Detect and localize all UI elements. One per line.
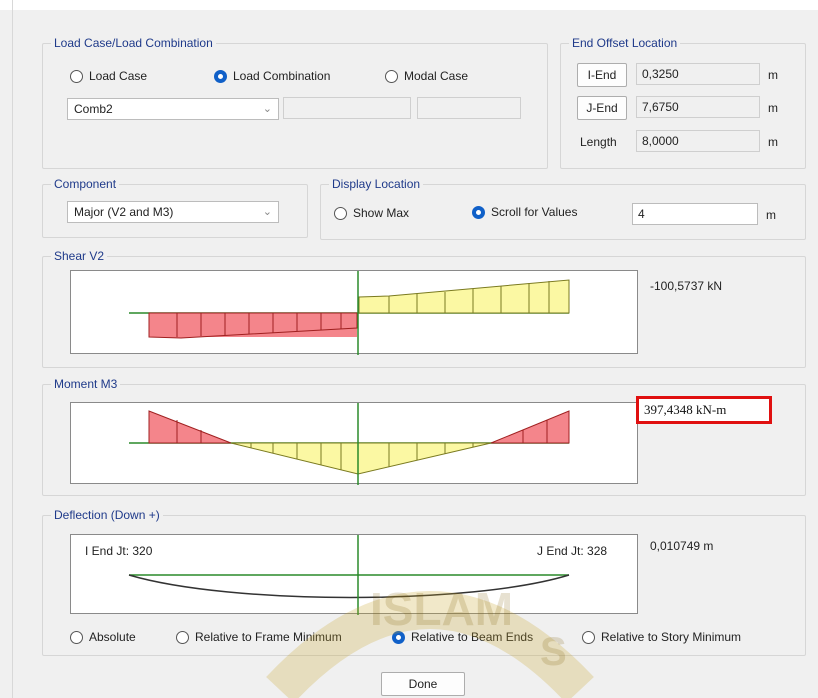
radio-relative-beam-ends[interactable]: Relative to Beam Ends <box>392 630 533 644</box>
moment-readout: 397,4348 kN-m <box>644 402 727 417</box>
radio-show-max-label: Show Max <box>353 206 410 220</box>
radio-relative-frame-minimum-label: Relative to Frame Minimum <box>195 630 342 644</box>
shear-positive-area <box>358 279 570 314</box>
radio-load-case-label: Load Case <box>89 69 148 83</box>
radio-absolute-dot[interactable] <box>70 630 83 644</box>
j-end-unit: m <box>768 101 778 115</box>
i-end-field: 0,3250 <box>636 63 760 85</box>
radio-absolute[interactable]: Absolute <box>70 630 136 644</box>
radio-relative-frame-minimum[interactable]: Relative to Frame Minimum <box>176 630 342 644</box>
component-select[interactable]: Major (V2 and M3) ⌄ <box>67 201 279 223</box>
component-select-value: Major (V2 and M3) <box>74 205 174 219</box>
i-end-button-label: I-End <box>587 68 617 82</box>
radio-absolute-label: Absolute <box>89 630 136 644</box>
combination-select[interactable]: Comb2 ⌄ <box>67 98 279 120</box>
j-end-joint-label: J End Jt: 328 <box>537 544 608 558</box>
radio-relative-story-minimum[interactable]: Relative to Story Minimum <box>582 630 741 644</box>
radio-scroll-for-values[interactable]: Scroll for Values <box>472 205 577 219</box>
load-case-group-legend: Load Case/Load Combination <box>51 36 216 50</box>
shear-moment-dialog: Load Case/Load Combination Load Case Loa… <box>0 0 818 698</box>
length-label: Length <box>580 135 617 149</box>
radio-relative-frame-minimum-dot[interactable] <box>176 630 189 644</box>
length-value: 8,0000 <box>642 134 679 148</box>
radio-load-case-dot[interactable] <box>70 69 83 83</box>
j-end-button[interactable]: J-End <box>577 96 627 120</box>
radio-show-max-dot[interactable] <box>334 206 347 220</box>
radio-show-max[interactable]: Show Max <box>334 206 409 220</box>
radio-load-case[interactable]: Load Case <box>70 69 147 83</box>
radio-load-combination-dot[interactable] <box>214 69 227 83</box>
deflection-readout: 0,010749 m <box>650 539 714 553</box>
moment-group-legend: Moment M3 <box>51 377 121 391</box>
radio-relative-beam-ends-label: Relative to Beam Ends <box>411 630 534 644</box>
combination-select-value: Comb2 <box>74 102 113 116</box>
display-location-group-legend: Display Location <box>329 177 424 191</box>
length-unit: m <box>768 135 778 149</box>
chevron-down-icon: ⌄ <box>262 206 272 218</box>
j-end-field: 7,6750 <box>636 96 760 118</box>
deflection-diagram[interactable]: I End Jt: 320 J End Jt: 328 <box>70 534 638 615</box>
i-end-button[interactable]: I-End <box>577 63 627 87</box>
radio-modal-case[interactable]: Modal Case <box>385 69 468 83</box>
i-end-joint-label: I End Jt: 320 <box>85 544 153 558</box>
radio-relative-story-minimum-label: Relative to Story Minimum <box>601 630 742 644</box>
component-group-legend: Component <box>51 177 120 191</box>
extra-field-1 <box>283 97 411 119</box>
moment-diagram[interactable] <box>70 402 638 485</box>
scroll-location-input[interactable]: 4 <box>632 203 758 225</box>
extra-field-2 <box>417 97 521 119</box>
scroll-location-value: 4 <box>638 207 645 221</box>
shear-group-legend: Shear V2 <box>51 249 108 263</box>
radio-scroll-for-values-dot[interactable] <box>472 205 485 219</box>
moment-negative-area-right <box>490 410 570 444</box>
shear-diagram-svg <box>129 271 570 355</box>
chevron-down-icon: ⌄ <box>262 103 272 115</box>
length-field: 8,0000 <box>636 130 760 152</box>
radio-modal-case-label: Modal Case <box>404 69 469 83</box>
i-end-value: 0,3250 <box>642 67 679 81</box>
moment-diagram-svg <box>129 403 570 485</box>
radio-relative-beam-ends-dot[interactable] <box>392 630 405 644</box>
deflection-group-legend: Deflection (Down +) <box>51 508 163 522</box>
deflection-curve <box>128 574 570 599</box>
done-button[interactable]: Done <box>381 672 465 696</box>
j-end-button-label: J-End <box>586 101 618 115</box>
title-strip <box>0 0 818 10</box>
radio-modal-case-dot[interactable] <box>385 69 398 83</box>
shear-diagram[interactable] <box>70 270 638 355</box>
moment-negative-area-left <box>148 410 232 444</box>
i-end-unit: m <box>768 68 778 82</box>
shear-readout: -100,5737 kN <box>650 279 723 293</box>
radio-relative-story-minimum-dot[interactable] <box>582 630 595 644</box>
done-button-label: Done <box>408 677 438 691</box>
radio-load-combination-label: Load Combination <box>233 69 331 83</box>
radio-load-combination[interactable]: Load Combination <box>214 69 330 83</box>
left-divider <box>12 0 13 698</box>
j-end-value: 7,6750 <box>642 100 679 114</box>
scroll-location-unit: m <box>766 208 776 222</box>
moment-readout-highlight: 397,4348 kN-m <box>636 396 772 424</box>
radio-scroll-for-values-label: Scroll for Values <box>491 205 578 219</box>
end-offset-group-legend: End Offset Location <box>569 36 681 50</box>
moment-positive-area <box>230 442 492 475</box>
